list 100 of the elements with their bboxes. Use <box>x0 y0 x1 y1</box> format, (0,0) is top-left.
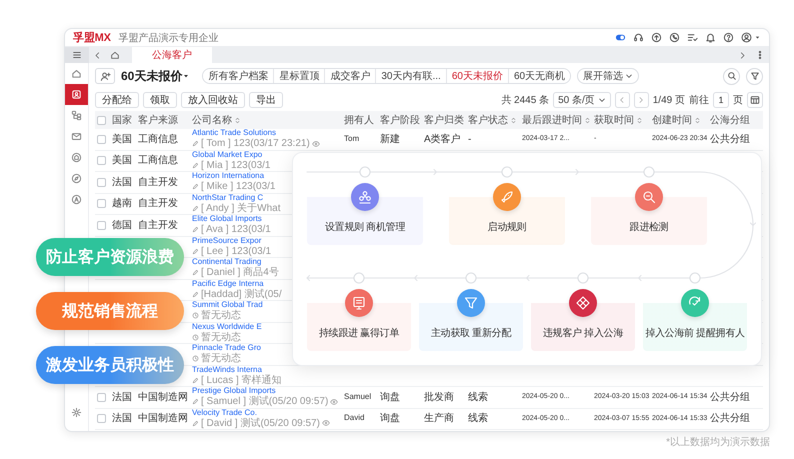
sidebar-item[interactable] <box>65 84 88 105</box>
sort-icon[interactable] <box>510 116 517 124</box>
action-button[interactable]: 领取 <box>143 92 177 108</box>
column-header[interactable]: 国家 <box>112 113 132 127</box>
activity-link[interactable]: [ David ] 测试(05/20 09:57) <box>192 418 330 429</box>
note-icon <box>192 420 199 427</box>
column-header[interactable]: 公司名称 <box>192 113 241 127</box>
menu-icon[interactable] <box>72 50 82 60</box>
tab[interactable]: 公海客户 <box>132 47 212 63</box>
activity-link[interactable]: [ Andy ] 关于What <box>192 202 280 214</box>
toggle-icon[interactable] <box>615 32 626 43</box>
checkbox[interactable] <box>97 220 106 230</box>
column-header[interactable]: 公海分组 <box>710 113 750 127</box>
table-cell: A类客户 <box>424 134 461 145</box>
add-user-button[interactable] <box>95 68 115 84</box>
column-header[interactable]: 拥有人 <box>344 113 374 127</box>
view-title[interactable]: 60天未报价 <box>121 68 182 84</box>
contact-card-icon <box>71 89 82 100</box>
highlight-label: 激发业务员积极性 <box>36 346 184 384</box>
company-link[interactable]: Nexus Worldwide E <box>192 322 262 332</box>
caret-icon[interactable] <box>754 34 761 41</box>
expand-filter-button[interactable]: 展开筛选 <box>577 68 640 84</box>
company-link[interactable]: Summit Global Trad <box>192 301 263 310</box>
checkbox[interactable] <box>97 414 106 424</box>
company-link[interactable]: Pinnacle Trade Gro <box>192 344 261 354</box>
action-button[interactable]: 放入回收站 <box>181 92 245 108</box>
checkbox[interactable] <box>97 199 106 208</box>
checkbox[interactable] <box>97 134 106 144</box>
column-header[interactable]: 客户来源 <box>138 113 178 127</box>
phone-icon[interactable] <box>669 32 680 43</box>
step-label: 设置规则 商机管理 <box>324 222 406 234</box>
step-label: 掉入公海前 提醒拥有人 <box>645 328 745 340</box>
company-link[interactable]: Velocity Trade Co. <box>192 408 257 418</box>
table-cell: 德国 <box>112 220 132 231</box>
column-settings-button[interactable] <box>747 92 763 108</box>
avatar-icon[interactable] <box>741 32 752 43</box>
activity-link[interactable]: [ Lee ] 123(03/1 <box>192 246 272 257</box>
column-header[interactable]: 客户阶段 <box>380 113 420 127</box>
page-input[interactable]: 1 <box>713 92 729 108</box>
flow-node <box>643 166 655 178</box>
checkbox[interactable] <box>97 178 106 187</box>
page-size-select[interactable]: 50 条/页 <box>553 92 611 108</box>
company-link[interactable]: Pacific Edge Interna <box>192 280 264 289</box>
search-button[interactable] <box>723 68 740 84</box>
sort-icon[interactable] <box>636 116 643 124</box>
chevron-right-icon[interactable] <box>738 50 747 60</box>
column-header[interactable]: 创建时间 <box>652 113 701 127</box>
company-link[interactable]: Prestige Global Imports <box>192 387 276 396</box>
column-header[interactable]: 获取时间 <box>594 113 643 127</box>
sort-icon[interactable] <box>694 116 701 124</box>
table-cell: Samuel <box>344 392 372 402</box>
home-icon[interactable] <box>110 50 120 60</box>
action-button[interactable]: 导出 <box>249 92 283 108</box>
activity-link[interactable]: 暂无动态 <box>192 353 241 364</box>
company-link[interactable]: Atlantic Trade Solutions <box>192 129 276 138</box>
sort-icon[interactable] <box>234 116 241 124</box>
checklist-icon[interactable] <box>687 32 698 43</box>
activity-link[interactable]: [ Mike ] 123(03/1 <box>192 181 276 192</box>
filter-tab[interactable]: 60天无商机 <box>508 69 570 83</box>
company-link[interactable]: Continental Trading <box>192 258 262 268</box>
activity-link[interactable]: [ Mia ] 123(03/1 <box>192 160 270 171</box>
activity-link[interactable]: [ Ava ] 123(03/1 <box>192 224 271 236</box>
table-cell: 越南 <box>112 198 132 210</box>
company-link[interactable]: NorthStar Trading C <box>192 194 264 203</box>
activity-link[interactable]: [Haddad] 测试(05/ <box>192 288 282 300</box>
step-label: 主动获取 重新分配 <box>430 328 512 340</box>
activity-link[interactable]: 暂无动态 <box>192 332 241 343</box>
search-icon <box>726 71 736 81</box>
company-link[interactable]: Elite Global Imports <box>192 215 262 224</box>
table-cell: Tom <box>344 134 360 144</box>
chevron-left-icon[interactable] <box>93 50 102 60</box>
activity-link[interactable]: 暂无动态 <box>192 310 241 322</box>
company-link[interactable]: Horizon Internationa <box>192 172 264 182</box>
company-link[interactable]: PrimeSource Expor <box>192 236 262 246</box>
activity-link[interactable]: [ Tom ] 123(03/17 23:21) <box>192 138 320 150</box>
eye-icon[interactable] <box>330 398 338 406</box>
eye-icon[interactable] <box>312 140 320 148</box>
checkbox[interactable] <box>97 156 106 166</box>
headset-icon[interactable] <box>633 32 644 43</box>
column-header[interactable]: 客户归类 <box>424 113 464 127</box>
activity-link[interactable]: [ Lucas ] 寄样通知 <box>192 374 282 386</box>
column-header[interactable]: 客户状态 <box>468 113 517 127</box>
activity-link[interactable]: [ Daniel ] 商品4号 <box>192 267 279 278</box>
company-link[interactable]: Global Market Expo <box>192 150 262 160</box>
table-cell: 线索 <box>468 392 488 403</box>
checkbox[interactable] <box>97 116 106 124</box>
eye-icon[interactable] <box>322 419 330 428</box>
help-icon[interactable] <box>723 32 734 43</box>
table-cell: 法国 <box>112 176 132 188</box>
company-link[interactable]: TradeWinds Interna <box>192 366 262 375</box>
table-cell: 公共分组 <box>710 134 750 145</box>
filter-button[interactable] <box>746 68 763 84</box>
action-button[interactable]: 分配给 <box>95 92 139 108</box>
sort-icon[interactable] <box>584 116 591 124</box>
column-header[interactable]: 最后跟进时间 <box>522 113 591 127</box>
upload-icon[interactable] <box>651 32 662 43</box>
caret-icon[interactable] <box>182 72 190 80</box>
activity-link[interactable]: [ Samuel ] 测试(05/20 09:57) <box>192 396 338 408</box>
bell-icon[interactable] <box>705 32 716 43</box>
checkbox[interactable] <box>97 392 106 402</box>
